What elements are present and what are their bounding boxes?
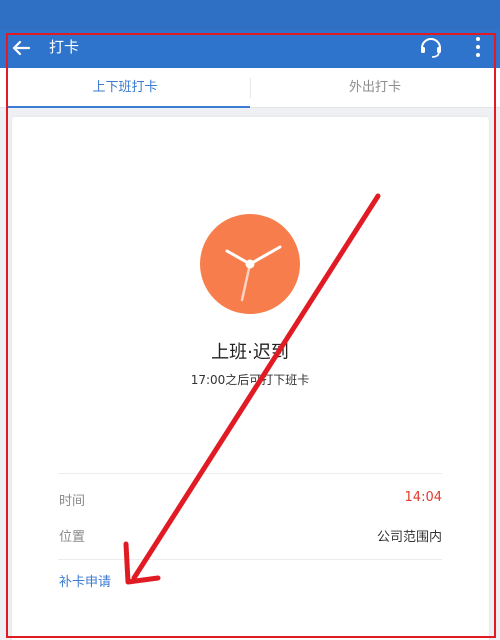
location-value: 公司范围内: [376, 530, 442, 545]
checkin-status: 上班·迟到: [211, 342, 289, 363]
makeup-request-link[interactable]: 补卡申请: [59, 571, 111, 590]
support-button[interactable]: [416, 32, 446, 62]
app-bar: 打卡: [0, 30, 500, 68]
tab-outing-checkin[interactable]: 外出打卡: [250, 68, 500, 108]
arrow-left-icon: [12, 40, 31, 56]
headset-icon: [421, 38, 441, 58]
active-tab-indicator: [8, 106, 250, 108]
clock-icon: [200, 214, 300, 314]
time-label: 时间: [59, 494, 86, 509]
divider: [58, 559, 442, 560]
more-vertical-icon: [476, 37, 480, 57]
time-value: 14:04: [404, 490, 442, 505]
status-bar: [0, 0, 500, 30]
tab-commute-checkin[interactable]: 上下班打卡: [0, 68, 250, 108]
checkin-hint: 17:00之后可打下班卡: [190, 373, 310, 387]
location-label: 位置: [59, 530, 86, 545]
divider: [58, 473, 442, 474]
more-button[interactable]: [466, 32, 490, 62]
tab-bar: 上下班打卡 外出打卡: [0, 68, 500, 108]
back-button[interactable]: [8, 34, 36, 62]
page-title: 打卡: [49, 38, 80, 56]
